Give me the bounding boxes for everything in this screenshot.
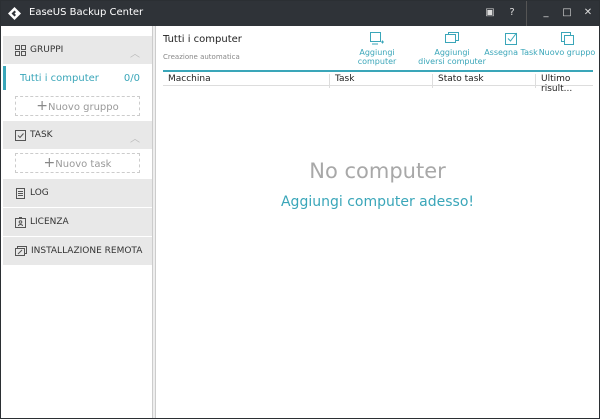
log-icon [16, 187, 25, 199]
log-label: LOG [30, 188, 49, 198]
assign-task-icon [504, 32, 517, 45]
sidebar: GRUPPI ︿ Tutti i computer 0/0 +Nuovo gru… [1, 26, 152, 418]
minimize-button[interactable]: _ [539, 6, 553, 20]
main-panel: Tutti i computer Creazione automatica Ag… [156, 26, 599, 418]
column-task[interactable]: Task [330, 74, 433, 88]
computer-table-header: Macchina Task Stato task Ultimo risult..… [163, 70, 593, 94]
new-group-button[interactable]: +Nuovo gruppo [15, 96, 140, 116]
add-multiple-computers-button[interactable]: Aggiungi diversi computer [416, 32, 488, 66]
plus-icon: + [43, 155, 56, 171]
sidebar-item-log[interactable]: LOG [3, 179, 152, 207]
sidebar-item-all-computers[interactable]: Tutti i computer 0/0 [3, 66, 152, 90]
computer-count: 0/0 [123, 73, 140, 84]
feedback-icon[interactable]: ▣ [483, 6, 497, 20]
column-task-status[interactable]: Stato task [433, 74, 536, 88]
groups-section-header[interactable]: GRUPPI ︿ [3, 36, 152, 64]
assign-task-label: Assegna Task [484, 48, 538, 57]
remote-install-label: INSTALLAZIONE REMOTA [31, 246, 143, 256]
sidebar-item-license[interactable]: LICENZA [3, 208, 152, 236]
easeus-logo-icon [8, 7, 21, 20]
empty-state-title: No computer [309, 159, 446, 183]
add-multiple-label-line1: Aggiungi [434, 48, 470, 57]
add-multiple-computers-icon [445, 32, 459, 43]
maximize-button[interactable]: □ [560, 6, 574, 20]
all-computers-label: Tutti i computer [20, 73, 99, 84]
groups-label: GRUPPI [30, 45, 64, 55]
new-task-button[interactable]: +Nuovo task [15, 153, 140, 173]
help-icon[interactable]: ? [505, 6, 519, 20]
add-computer-label: Aggiungi computer [357, 48, 397, 66]
task-label: TASK [30, 130, 53, 140]
license-icon [15, 216, 26, 228]
new-task-label: Nuovo task [55, 159, 112, 170]
new-group-label: Nuovo gruppo [47, 102, 119, 113]
assign-task-button[interactable]: Assegna Task [483, 32, 539, 57]
remote-install-icon [15, 245, 27, 256]
add-computer-button[interactable]: Aggiungi computer [341, 32, 413, 66]
title-bar: EaseUS Backup Center ▣ ? _ □ ✕ [1, 1, 599, 26]
close-button[interactable]: ✕ [581, 6, 595, 20]
page-title: Tutti i computer [163, 34, 242, 45]
page-subtitle: Creazione automatica [163, 53, 240, 61]
new-group-icon [560, 32, 574, 45]
chevron-up-icon[interactable]: ︿ [130, 45, 140, 60]
app-window: EaseUS Backup Center ▣ ? _ □ ✕ GRUPPI ︿ … [0, 0, 600, 419]
grid-icon [15, 44, 26, 56]
chevron-up-icon[interactable]: ︿ [130, 130, 140, 145]
titlebar-divider [526, 1, 527, 26]
add-computer-icon [370, 32, 384, 45]
sidebar-item-remote-install[interactable]: INSTALLAZIONE REMOTA [3, 237, 152, 265]
plus-icon: + [36, 98, 48, 114]
license-label: LICENZA [30, 217, 69, 227]
column-last-result[interactable]: Ultimo risult... [536, 74, 593, 94]
task-section-header[interactable]: TASK ︿ [3, 121, 152, 149]
app-title: EaseUS Backup Center [29, 7, 144, 18]
new-group-action-label: Nuovo gruppo [538, 48, 596, 57]
checkbox-icon [15, 129, 26, 141]
add-computer-now-link[interactable]: Aggiungi computer adesso! [156, 194, 599, 210]
add-multiple-label-line2: diversi computer [418, 57, 486, 66]
column-machine[interactable]: Macchina [163, 74, 330, 88]
new-group-action-button[interactable]: Nuovo gruppo [538, 32, 596, 57]
